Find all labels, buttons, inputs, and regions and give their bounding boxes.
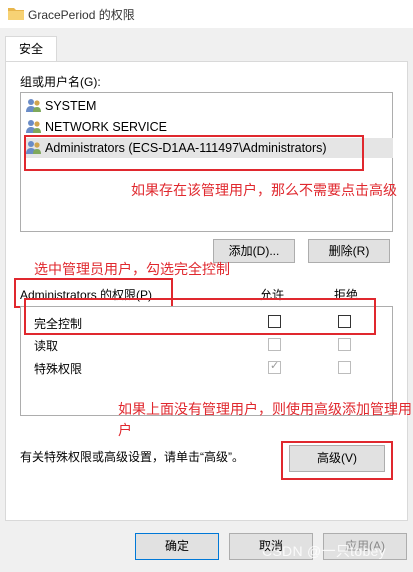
users-icon [26,120,41,133]
advanced-hint: 有关特殊权限或高级设置，请单击“高级”。 [20,450,244,464]
folder-icon [8,8,24,20]
read-deny-checkbox[interactable] [338,338,351,351]
special-deny-checkbox[interactable] [338,361,351,374]
permission-special: 特殊权限 [34,362,83,376]
users-icon [26,99,41,112]
read-allow-checkbox[interactable] [268,338,281,351]
user-name: SYSTEM [45,99,97,113]
advanced-button[interactable]: 高级(V) [289,445,385,472]
note-no-admin: 如果上面没有管理用户，则使用高级添加管理用户 [118,401,412,438]
note-select-admin: 选中管理员用户，勾选完全控制 [34,261,230,277]
highlight-admin-user [24,135,364,171]
check-icon: ✓ [270,360,280,372]
watermark: CSDN @一只tobey [262,543,386,559]
note-existing-admin: 如果存在该管理用户，那么不需要点击高级 [131,182,397,198]
tab-security[interactable]: 安全 [5,36,57,62]
full-control-allow-checkbox[interactable] [268,315,281,328]
special-allow-checkbox[interactable]: ✓ [268,360,281,374]
permission-read: 读取 [34,339,59,353]
title-bar: GracePeriod 的权限 [0,0,413,28]
window-title: GracePeriod 的权限 [28,8,135,22]
groups-label: 组或用户名(G): [20,75,101,89]
full-control-deny-checkbox[interactable] [338,315,351,328]
remove-button[interactable]: 删除(R) [308,239,390,263]
ok-button[interactable]: 确定 [135,533,219,560]
user-name: NETWORK SERVICE [45,120,168,134]
permission-full-control: 完全控制 [34,317,83,331]
